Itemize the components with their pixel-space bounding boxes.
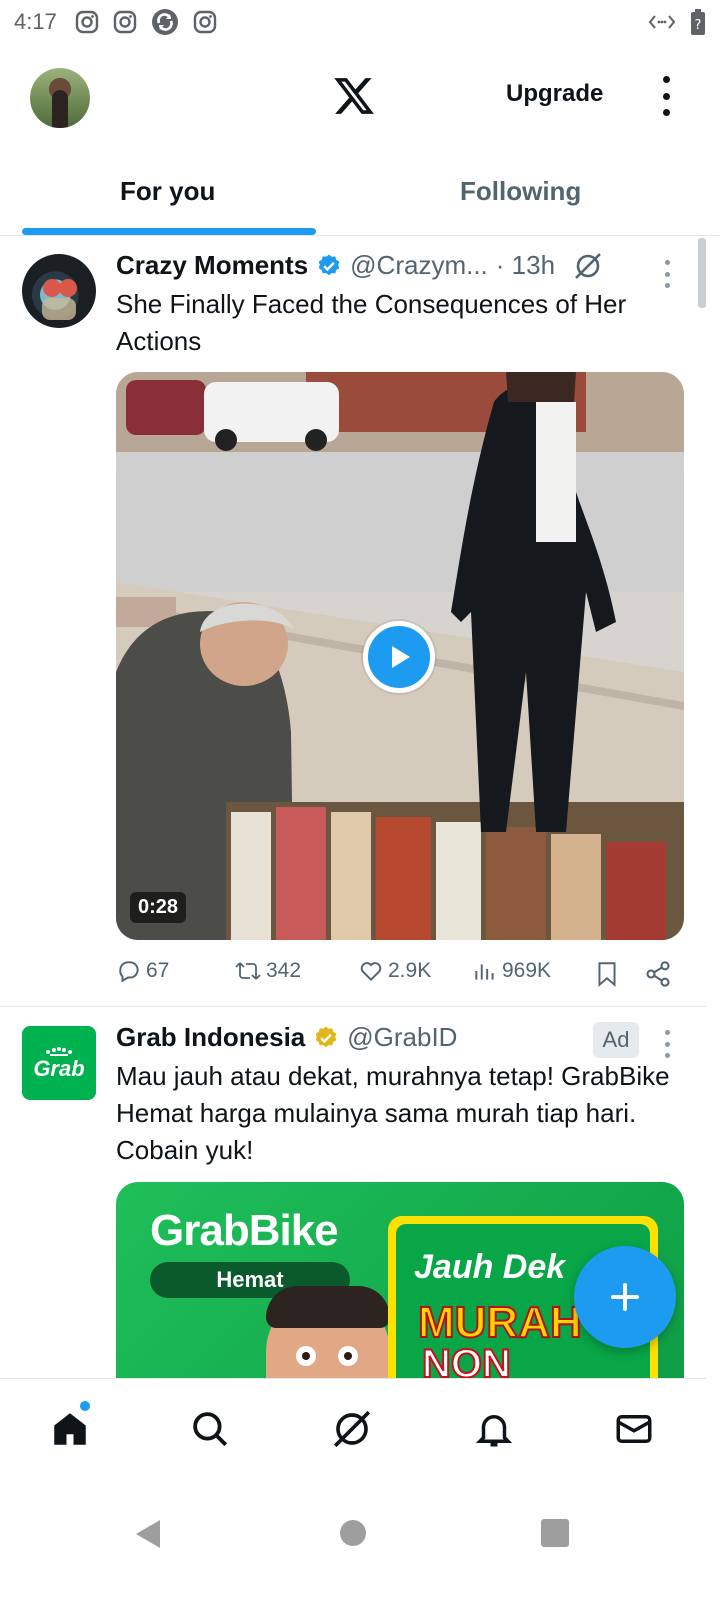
- view-count: 969K: [502, 959, 552, 982]
- author-avatar-art: [42, 279, 77, 320]
- author-name[interactable]: Crazy Moments: [116, 250, 308, 281]
- nav-search[interactable]: [188, 1407, 232, 1451]
- play-icon: [392, 646, 410, 668]
- post-actions: 67 342 2.9K 969K: [116, 958, 676, 990]
- plus-icon: [611, 1283, 639, 1311]
- share-icon[interactable]: [644, 960, 672, 988]
- overflow-menu-icon[interactable]: [658, 76, 674, 116]
- video-duration: 0:28: [130, 892, 187, 923]
- battery-icon: ?: [691, 9, 705, 35]
- banner-headline: Jauh Dek: [414, 1248, 566, 1286]
- compose-button[interactable]: [574, 1246, 676, 1348]
- author-name[interactable]: Grab Indonesia: [116, 1022, 305, 1053]
- grab-logo[interactable]: Grab: [22, 1026, 96, 1100]
- status-bar: 4:17 ?: [0, 0, 720, 44]
- reply-button[interactable]: 67: [116, 958, 169, 984]
- post-video[interactable]: 0:28: [116, 372, 684, 940]
- banner-brand: GrabBike: [150, 1206, 339, 1255]
- verified-gold-badge-icon: [315, 1026, 337, 1047]
- messages-icon: [616, 1415, 652, 1443]
- like-button[interactable]: 2.9K: [358, 958, 431, 984]
- svg-text:?: ?: [695, 18, 702, 33]
- x-logo-icon: [334, 78, 374, 114]
- post-more-icon[interactable]: [665, 260, 673, 288]
- banner-non: NON: [421, 1341, 512, 1378]
- post-text: Mau jauh atau dekat, murahnya tetap! Gra…: [116, 1061, 670, 1165]
- post-divider: [0, 1006, 706, 1007]
- grab-logo-text: Grab: [33, 1056, 85, 1081]
- post-author-avatar[interactable]: [22, 254, 96, 328]
- banner-murah: MURAH: [417, 1297, 583, 1348]
- post-header: Grab Indonesia @GrabID: [116, 1022, 457, 1053]
- nav-grok[interactable]: [330, 1407, 374, 1451]
- top-app-bar: Upgrade: [0, 44, 720, 154]
- reply-count: 67: [146, 959, 170, 982]
- verified-badge-icon: [318, 254, 340, 275]
- sync-app-icon: [151, 9, 178, 35]
- grok-icon: [333, 1410, 371, 1448]
- recents-icon[interactable]: [540, 1518, 570, 1548]
- repost-button[interactable]: 342: [234, 958, 301, 984]
- bottom-navigation: [0, 1378, 706, 1480]
- author-handle[interactable]: @GrabID: [347, 1022, 457, 1053]
- home-notification-dot: [80, 1401, 90, 1411]
- like-icon: [360, 962, 382, 982]
- bookmark-icon[interactable]: [594, 960, 620, 988]
- repost-count: 342: [266, 959, 302, 982]
- back-icon[interactable]: [132, 1518, 164, 1550]
- play-button[interactable]: [363, 621, 435, 693]
- home-icon: [54, 1413, 86, 1445]
- notification-icons: [75, 8, 217, 36]
- data-saver-icon: [648, 15, 676, 29]
- post-more-icon[interactable]: [665, 1030, 673, 1058]
- author-handle[interactable]: @Crazym...: [350, 250, 488, 281]
- post-time[interactable]: · 13h: [496, 250, 555, 281]
- banner-person: [266, 1286, 390, 1378]
- notifications-icon: [475, 1415, 513, 1447]
- like-count: 2.9K: [388, 959, 432, 982]
- tab-for-you[interactable]: For you: [120, 176, 215, 207]
- timeline-tabs: For you Following: [0, 160, 720, 236]
- reply-icon: [119, 961, 139, 983]
- post-text: She Finally Faced the Consequences of He…: [116, 289, 627, 356]
- instagram-icon: [75, 10, 99, 34]
- instagram-icon: [113, 10, 137, 34]
- tab-following[interactable]: Following: [460, 176, 581, 207]
- instagram-icon: [193, 10, 217, 34]
- nav-notifications[interactable]: [472, 1407, 516, 1451]
- grok-icon[interactable]: [573, 251, 603, 281]
- home-button-icon[interactable]: [338, 1518, 368, 1548]
- views-icon: [475, 964, 494, 980]
- nav-home[interactable]: [48, 1407, 92, 1451]
- upgrade-button[interactable]: Upgrade: [506, 80, 603, 108]
- views-button[interactable]: 969K: [472, 958, 551, 984]
- scrollbar[interactable]: [698, 238, 706, 308]
- profile-avatar[interactable]: [30, 68, 90, 128]
- system-navigation-bar: [0, 1480, 720, 1600]
- repost-icon: [235, 962, 261, 980]
- ad-badge: Ad: [593, 1022, 639, 1058]
- active-tab-indicator: [22, 228, 316, 235]
- search-icon: [193, 1412, 228, 1447]
- post-header: Crazy Moments @Crazym... · 13h: [116, 250, 603, 281]
- nav-messages[interactable]: [612, 1407, 656, 1451]
- status-time: 4:17: [14, 9, 57, 34]
